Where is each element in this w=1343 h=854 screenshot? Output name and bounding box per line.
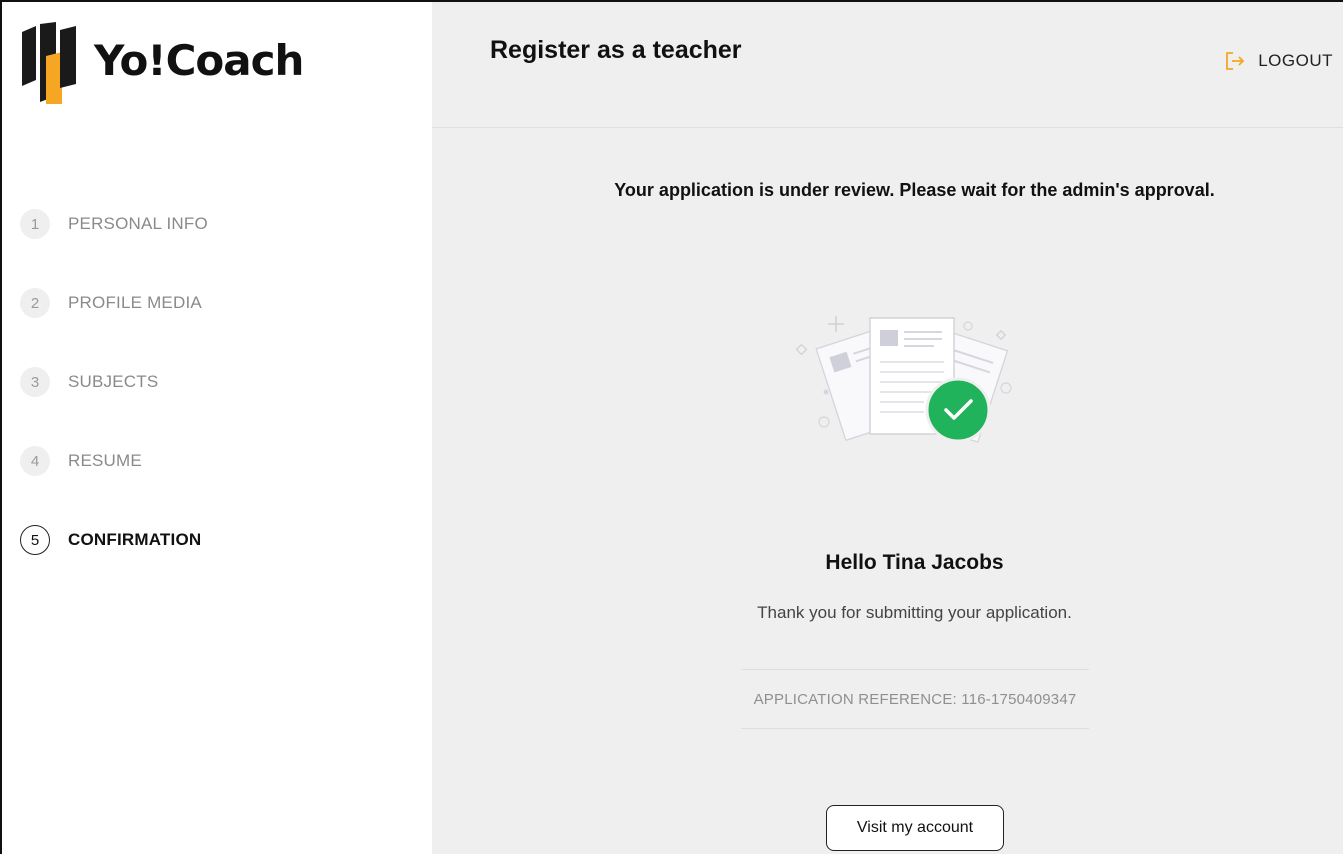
step-label: RESUME: [68, 451, 142, 470]
main-content: Register as a teacher LOGOUT Your applic…: [432, 2, 1343, 854]
logout-button[interactable]: LOGOUT: [1224, 50, 1333, 72]
step-label: SUBJECTS: [68, 372, 159, 391]
step-number: 5: [20, 525, 50, 555]
logout-label: LOGOUT: [1258, 51, 1333, 70]
step-number: 4: [20, 446, 50, 476]
step-resume[interactable]: 4 RESUME: [20, 443, 420, 479]
step-label: CONFIRMATION: [68, 530, 202, 549]
step-number: 3: [20, 367, 50, 397]
page-title: Register as a teacher: [490, 36, 742, 64]
brand-name: Yo!Coach: [94, 35, 304, 85]
step-number: 2: [20, 288, 50, 318]
step-number: 1: [20, 209, 50, 239]
yocoach-logo-icon: [22, 22, 76, 104]
sidebar: Yo!Coach 1 PERSONAL INFO 2 PROFILE MEDIA…: [2, 2, 432, 854]
step-label: PERSONAL INFO: [68, 214, 208, 233]
thanks-message: Thank you for submitting your applicatio…: [757, 603, 1072, 622]
visit-account-button[interactable]: Visit my account: [826, 805, 1004, 851]
step-label: PROFILE MEDIA: [68, 293, 202, 312]
step-personal-info[interactable]: 1 PERSONAL INFO: [20, 206, 420, 242]
step-profile-media[interactable]: 2 PROFILE MEDIA: [20, 285, 420, 321]
review-message: Your application is under review. Please…: [614, 180, 1215, 200]
registration-steps: 1 PERSONAL INFO 2 PROFILE MEDIA 3 SUBJEC…: [20, 206, 420, 601]
step-confirmation[interactable]: 5 CONFIRMATION: [20, 522, 420, 558]
brand-logo[interactable]: Yo!Coach: [20, 22, 304, 104]
step-subjects[interactable]: 3 SUBJECTS: [20, 364, 420, 400]
greeting: Hello Tina Jacobs: [825, 551, 1004, 574]
logout-icon: [1226, 52, 1245, 70]
page-header: Register as a teacher LOGOUT: [432, 2, 1343, 128]
application-reference: APPLICATION REFERENCE: 116-1750409347: [753, 690, 1077, 708]
application-submitted-illustration: [795, 316, 1012, 443]
application-reference-box: APPLICATION REFERENCE: 116-1750409347: [741, 669, 1089, 729]
